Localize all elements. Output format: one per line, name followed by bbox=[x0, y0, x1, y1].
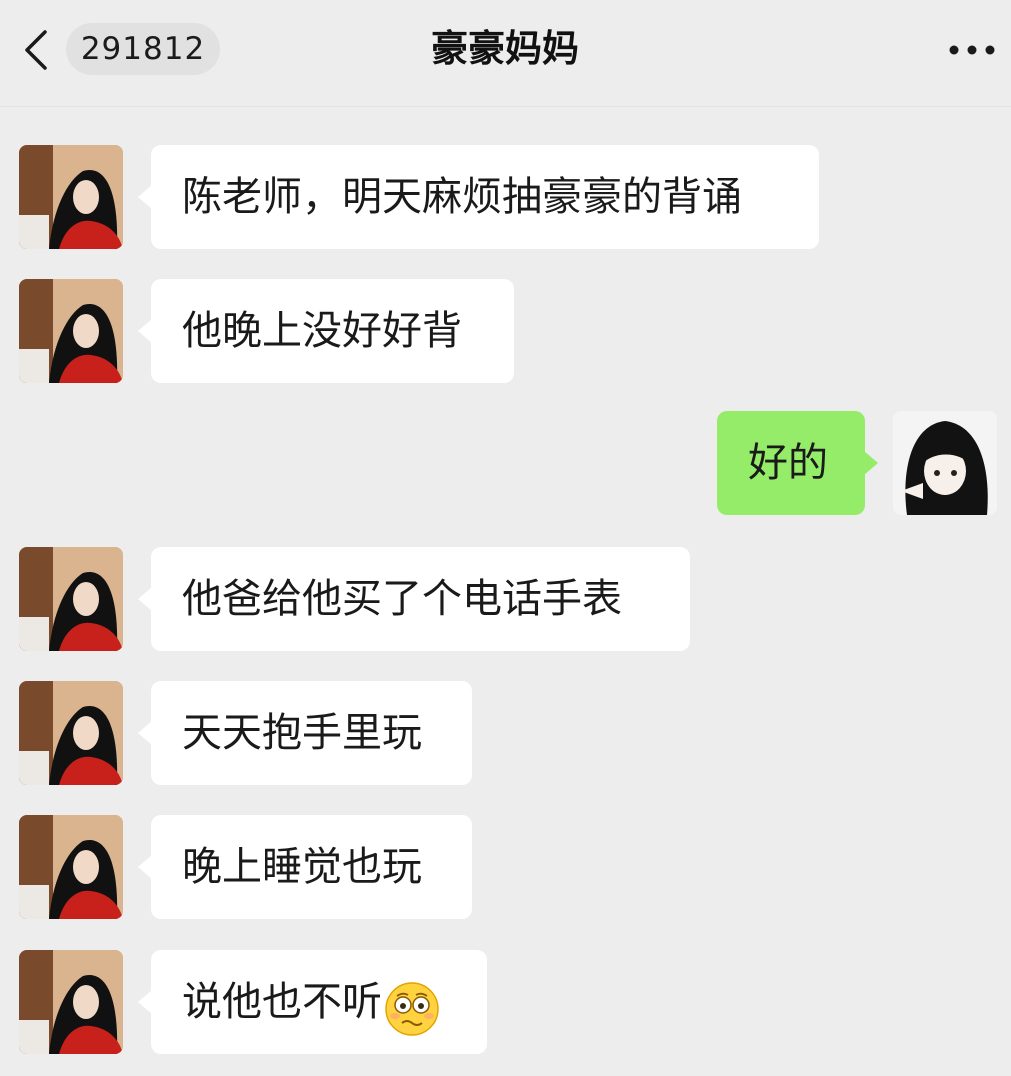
message-bubble[interactable]: 天天抱手里玩 bbox=[138, 681, 472, 785]
my-avatar[interactable] bbox=[893, 411, 997, 515]
message-text: 好的 bbox=[748, 440, 828, 486]
message-text: 晚上睡觉也玩 bbox=[182, 844, 422, 890]
chat-title: 豪豪妈妈 bbox=[431, 27, 579, 70]
contact-avatar-image bbox=[19, 681, 123, 785]
chevron-left-icon bbox=[25, 30, 47, 70]
contact-avatar[interactable] bbox=[19, 547, 123, 651]
message-bubble[interactable]: 晚上睡觉也玩 bbox=[138, 815, 472, 919]
more-options-button[interactable] bbox=[944, 30, 1000, 70]
contact-avatar[interactable] bbox=[19, 279, 123, 383]
contact-avatar[interactable] bbox=[19, 681, 123, 785]
message-text: 陈老师，明天麻烦抽豪豪的背诵 bbox=[182, 174, 742, 220]
message-text: 天天抱手里玩 bbox=[182, 710, 422, 756]
more-dots-icon bbox=[949, 45, 995, 55]
message-bubble[interactable]: 陈老师，明天麻烦抽豪豪的背诵 bbox=[138, 145, 819, 249]
contact-avatar-image bbox=[19, 145, 123, 249]
message-bubble[interactable]: 说他也不听 bbox=[138, 950, 487, 1054]
message-text: 说他也不听 bbox=[182, 979, 382, 1025]
contact-avatar-image bbox=[19, 279, 123, 383]
message-bubble[interactable]: 他晚上没好好背 bbox=[138, 279, 514, 383]
contact-avatar-image bbox=[19, 815, 123, 919]
my-avatar-image bbox=[893, 411, 997, 515]
contact-avatar[interactable] bbox=[19, 145, 123, 249]
contact-avatar-image bbox=[19, 950, 123, 1054]
message-bubble[interactable]: 他爸给他买了个电话手表 bbox=[138, 547, 690, 651]
message-text: 他爸给他买了个电话手表 bbox=[182, 576, 622, 622]
back-button[interactable] bbox=[18, 28, 58, 72]
contact-avatar[interactable] bbox=[19, 815, 123, 919]
my-message-bubble[interactable]: 好的 bbox=[717, 411, 878, 515]
contact-avatar-image bbox=[19, 547, 123, 651]
contact-avatar[interactable] bbox=[19, 950, 123, 1054]
unread-count-badge[interactable]: 291812 bbox=[66, 23, 220, 75]
flushed-face-emoji-icon bbox=[384, 972, 440, 1036]
chat-header: 291812 豪豪妈妈 bbox=[0, 0, 1011, 107]
message-text: 他晚上没好好背 bbox=[182, 308, 462, 354]
